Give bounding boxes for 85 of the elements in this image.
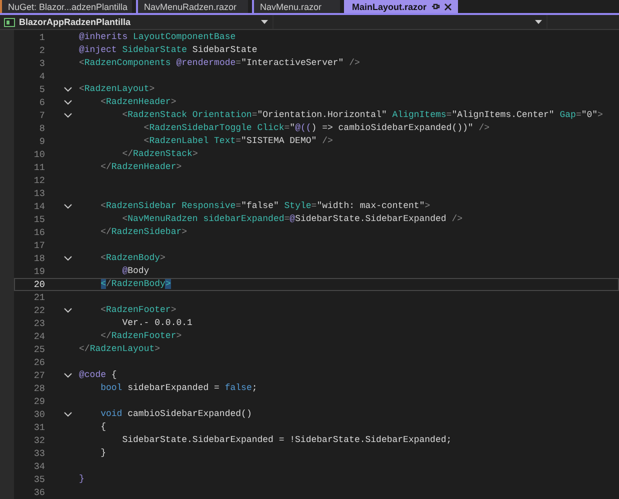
project-dropdown[interactable]: BlazorAppRadzenPlantilla [0,15,272,29]
tab-label: NavMenu.razor [260,2,322,12]
code-line: <RadzenSidebarToggle Click="@(() => cambioSidebarExpanded())" /> [142,122,490,135]
line-number: 6 [38,97,45,108]
code-line: </RadzenSidebar> [100,226,188,239]
file-tab[interactable]: NavMenu.razor [252,0,340,14]
code-line: <RadzenFooter> [100,304,176,317]
line-number: 21 [32,292,45,303]
line-number: 3 [38,58,45,69]
code-line: Ver.- 0.0.0.1 [121,317,192,330]
line-number: 34 [32,461,45,472]
tab-label: NavMenuRadzen.razor [144,2,237,12]
code-line: } [100,447,106,460]
line-number: 29 [32,396,45,407]
line-number: 16 [32,227,45,238]
code-line: <RadzenBody> [100,252,166,265]
line-number: 28 [32,383,45,394]
file-tab[interactable]: MainLayout.razor [344,0,458,14]
line-number: 2 [38,45,45,56]
code-line: @inject SidebarState SidebarState [79,44,258,57]
line-number: 33 [32,448,45,459]
code-line: <RadzenComponents @rendermode="InteractiveServer" /> [79,57,360,70]
line-number: 18 [32,253,45,264]
caret-icon [261,20,268,24]
line-number: 23 [32,318,45,329]
project-icon [4,18,15,27]
file-tab[interactable]: NuGet: Blazor...adzenPlantilla [0,0,132,14]
line-number: 9 [38,136,45,147]
chevron-down-icon[interactable] [64,412,72,417]
line-number: 31 [32,422,45,433]
line-number: 7 [38,110,45,121]
file-tab[interactable]: NavMenuRadzen.razor [136,0,248,14]
chevron-down-icon[interactable] [64,256,72,261]
line-number: 15 [32,214,45,225]
code-line: <RadzenLayout> [79,83,155,96]
line-number: 20 [32,279,45,290]
line-number: 32 [32,435,45,446]
chevron-down-icon[interactable] [64,113,72,118]
code-line: bool sidebarExpanded = false; [100,382,258,395]
code-line: <RadzenLabel Text="SISTEMA DEMO" /> [142,135,333,148]
code-line: <RadzenStack Orientation="Orientation.Horizontal" AlignItems="AlignItems.Center" Gap="0"> [121,109,603,122]
code-line: </RadzenStack> [121,148,198,161]
close-icon[interactable] [444,2,452,11]
line-number: 27 [32,370,45,381]
code-line: </RadzenLayout> [79,343,160,356]
line-number: 17 [32,240,45,251]
code-line: SidebarState.SidebarExpanded = !SidebarState.SidebarExpanded; [121,434,452,447]
line-number: 24 [32,331,45,342]
line-number: 19 [32,266,45,277]
line-number: 8 [38,123,45,134]
code-line: </RadzenBody> [100,278,171,291]
code-line: @code { [79,369,117,382]
line-number: 13 [32,188,45,199]
line-number: 4 [38,71,45,82]
line-number: 35 [32,474,45,485]
line-number: 26 [32,357,45,368]
code-line: { [100,421,106,434]
code-line: } [79,473,84,486]
line-number: 25 [32,344,45,355]
line-number: 1 [38,32,45,43]
chevron-down-icon[interactable] [64,204,72,209]
code-line: <NavMenuRadzen sidebarExpanded=@SidebarState.SidebarExpanded /> [121,213,462,226]
line-number: 11 [32,162,45,173]
line-number: 36 [32,487,45,498]
caret-icon [535,20,542,24]
chevron-down-icon[interactable] [64,373,72,378]
line-number: 22 [32,305,45,316]
code-line: void cambioSidebarExpanded() [100,408,252,421]
code-line: @inherits LayoutComponentBase [79,31,236,44]
tab-label: NuGet: Blazor...adzenPlantilla [8,2,128,12]
code-line: <RadzenSidebar Responsive="false" Style="width: max-content"> [100,200,430,213]
code-line: </RadzenFooter> [100,330,182,343]
code-line: <RadzenHeader> [100,96,176,109]
pin-icon[interactable] [430,2,440,12]
code-line: </RadzenHeader> [100,161,182,174]
line-number: 12 [32,175,45,186]
code-line: @Body [121,265,150,278]
chevron-down-icon[interactable] [64,100,72,105]
tab-label: MainLayout.razor [352,2,427,12]
line-number: 30 [32,409,45,420]
line-number: 5 [38,84,45,95]
chevron-down-icon[interactable] [64,308,72,313]
line-number: 14 [32,201,45,212]
line-number: 10 [32,149,45,160]
chevron-down-icon[interactable] [64,87,72,92]
